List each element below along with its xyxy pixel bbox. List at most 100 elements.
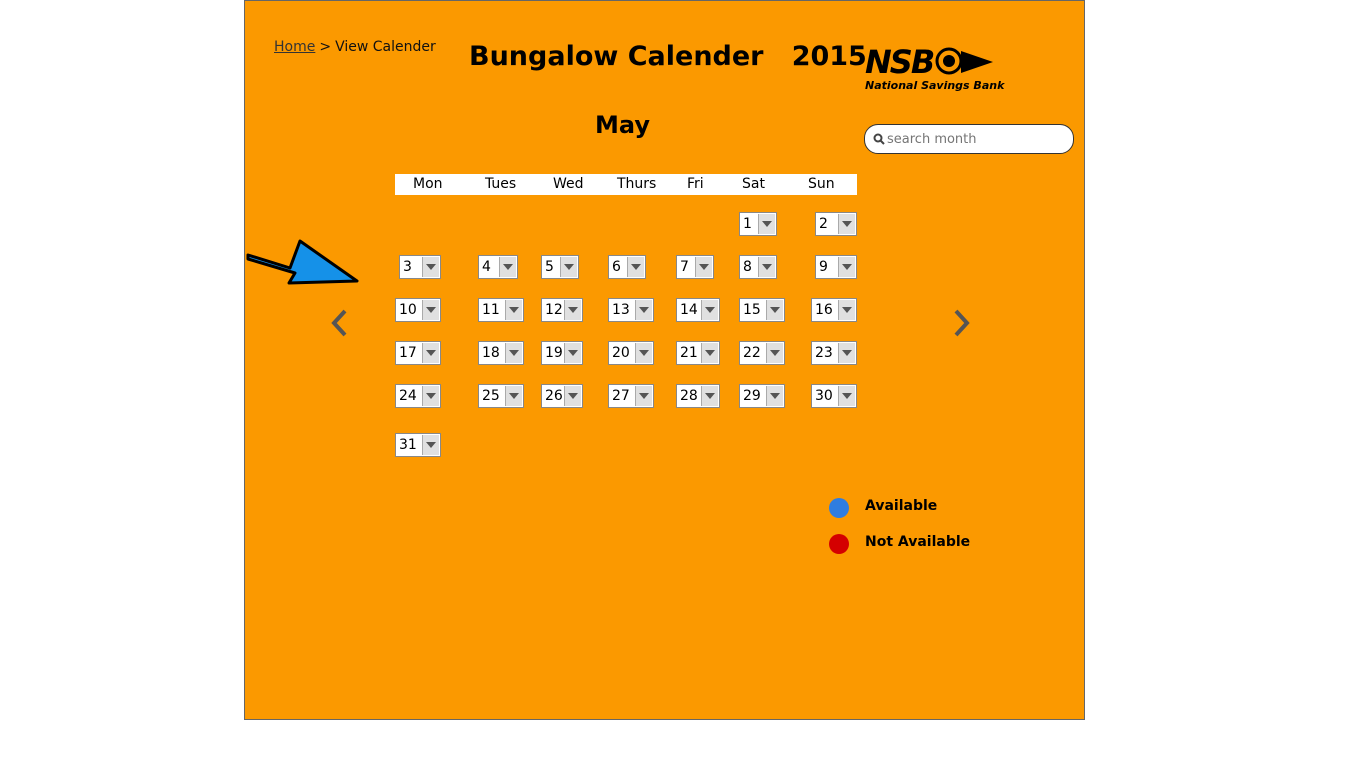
dropdown-arrow-icon[interactable] — [635, 343, 652, 363]
day-dropdown-21[interactable]: 21 — [676, 341, 720, 365]
dropdown-arrow-icon[interactable] — [560, 257, 577, 277]
dropdown-arrow-icon[interactable] — [838, 257, 855, 277]
day-number: 9 — [819, 259, 828, 275]
day-number: 7 — [680, 259, 689, 275]
day-number: 27 — [612, 388, 630, 404]
weekday-tues: Tues — [485, 176, 517, 192]
dropdown-arrow-icon[interactable] — [422, 257, 439, 277]
dropdown-arrow-icon[interactable] — [422, 435, 439, 455]
day-dropdown-14[interactable]: 14 — [676, 298, 720, 322]
day-number: 16 — [815, 302, 833, 318]
day-number: 4 — [482, 259, 491, 275]
day-number: 25 — [482, 388, 500, 404]
day-dropdown-23[interactable]: 23 — [811, 341, 857, 365]
dropdown-arrow-icon[interactable] — [422, 300, 439, 320]
day-dropdown-30[interactable]: 30 — [811, 384, 857, 408]
logo-brand: NSB — [865, 43, 935, 81]
day-number: 12 — [545, 302, 563, 318]
dropdown-arrow-icon[interactable] — [564, 343, 581, 363]
day-dropdown-22[interactable]: 22 — [739, 341, 785, 365]
dropdown-arrow-icon[interactable] — [505, 300, 522, 320]
dropdown-arrow-icon[interactable] — [838, 386, 855, 406]
day-dropdown-6[interactable]: 6 — [608, 255, 646, 279]
dropdown-arrow-icon[interactable] — [564, 300, 581, 320]
day-number: 21 — [680, 345, 698, 361]
breadcrumb: Home > View Calender — [274, 39, 436, 55]
day-dropdown-3[interactable]: 3 — [399, 255, 441, 279]
day-dropdown-20[interactable]: 20 — [608, 341, 654, 365]
dropdown-arrow-icon[interactable] — [701, 300, 718, 320]
dropdown-arrow-icon[interactable] — [499, 257, 516, 277]
day-dropdown-31[interactable]: 31 — [395, 433, 441, 457]
search-input[interactable] — [887, 129, 1067, 149]
dropdown-arrow-icon[interactable] — [627, 257, 644, 277]
day-dropdown-10[interactable]: 10 — [395, 298, 441, 322]
day-dropdown-2[interactable]: 2 — [815, 212, 857, 236]
day-dropdown-19[interactable]: 19 — [541, 341, 583, 365]
logo-emblem-icon — [935, 47, 993, 75]
day-dropdown-11[interactable]: 11 — [478, 298, 524, 322]
dropdown-arrow-icon[interactable] — [564, 386, 581, 406]
day-dropdown-24[interactable]: 24 — [395, 384, 441, 408]
legend-available-label: Available — [865, 498, 938, 514]
breadcrumb-home-link[interactable]: Home — [274, 39, 315, 55]
day-dropdown-27[interactable]: 27 — [608, 384, 654, 408]
dropdown-arrow-icon[interactable] — [701, 343, 718, 363]
day-number: 8 — [743, 259, 752, 275]
dropdown-arrow-icon[interactable] — [766, 300, 783, 320]
prev-month-chevron-left-icon[interactable] — [325, 303, 355, 343]
day-number: 30 — [815, 388, 833, 404]
day-number: 11 — [482, 302, 500, 318]
dropdown-arrow-icon[interactable] — [422, 386, 439, 406]
breadcrumb-separator: > — [319, 39, 332, 55]
day-dropdown-17[interactable]: 17 — [395, 341, 441, 365]
legend-not-available-label: Not Available — [865, 534, 971, 550]
day-dropdown-28[interactable]: 28 — [676, 384, 720, 408]
search-box[interactable] — [864, 124, 1074, 154]
search-icon — [873, 133, 885, 145]
dropdown-arrow-icon[interactable] — [701, 386, 718, 406]
dropdown-arrow-icon[interactable] — [635, 386, 652, 406]
day-number: 19 — [545, 345, 563, 361]
day-number: 31 — [399, 437, 417, 453]
day-number: 20 — [612, 345, 630, 361]
dropdown-arrow-icon[interactable] — [635, 300, 652, 320]
dropdown-arrow-icon[interactable] — [695, 257, 712, 277]
day-dropdown-18[interactable]: 18 — [478, 341, 524, 365]
dropdown-arrow-icon[interactable] — [766, 386, 783, 406]
dropdown-arrow-icon[interactable] — [838, 214, 855, 234]
day-dropdown-7[interactable]: 7 — [676, 255, 714, 279]
dropdown-arrow-icon[interactable] — [758, 214, 775, 234]
day-dropdown-5[interactable]: 5 — [541, 255, 579, 279]
day-dropdown-12[interactable]: 12 — [541, 298, 583, 322]
day-number: 28 — [680, 388, 698, 404]
dropdown-arrow-icon[interactable] — [422, 343, 439, 363]
day-dropdown-29[interactable]: 29 — [739, 384, 785, 408]
not-available-color-dot — [829, 534, 849, 554]
dropdown-arrow-icon[interactable] — [758, 257, 775, 277]
arrow-annotation-icon — [246, 239, 359, 285]
day-number: 24 — [399, 388, 417, 404]
day-number: 10 — [399, 302, 417, 318]
day-dropdown-1[interactable]: 1 — [739, 212, 777, 236]
dropdown-arrow-icon[interactable] — [838, 300, 855, 320]
day-dropdown-15[interactable]: 15 — [739, 298, 785, 322]
day-dropdown-26[interactable]: 26 — [541, 384, 583, 408]
next-month-chevron-right-icon[interactable] — [946, 303, 976, 343]
dropdown-arrow-icon[interactable] — [838, 343, 855, 363]
day-number: 1 — [743, 216, 752, 232]
dropdown-arrow-icon[interactable] — [766, 343, 783, 363]
day-dropdown-16[interactable]: 16 — [811, 298, 857, 322]
day-dropdown-13[interactable]: 13 — [608, 298, 654, 322]
day-dropdown-9[interactable]: 9 — [815, 255, 857, 279]
weekday-sat: Sat — [742, 176, 765, 192]
weekday-sun: Sun — [808, 176, 835, 192]
dropdown-arrow-icon[interactable] — [505, 343, 522, 363]
day-dropdown-4[interactable]: 4 — [478, 255, 518, 279]
day-dropdown-25[interactable]: 25 — [478, 384, 524, 408]
day-number: 23 — [815, 345, 833, 361]
day-dropdown-8[interactable]: 8 — [739, 255, 777, 279]
calendar-panel: Home > View Calender Bungalow Calender 201… — [244, 0, 1085, 720]
dropdown-arrow-icon[interactable] — [505, 386, 522, 406]
day-number: 17 — [399, 345, 417, 361]
